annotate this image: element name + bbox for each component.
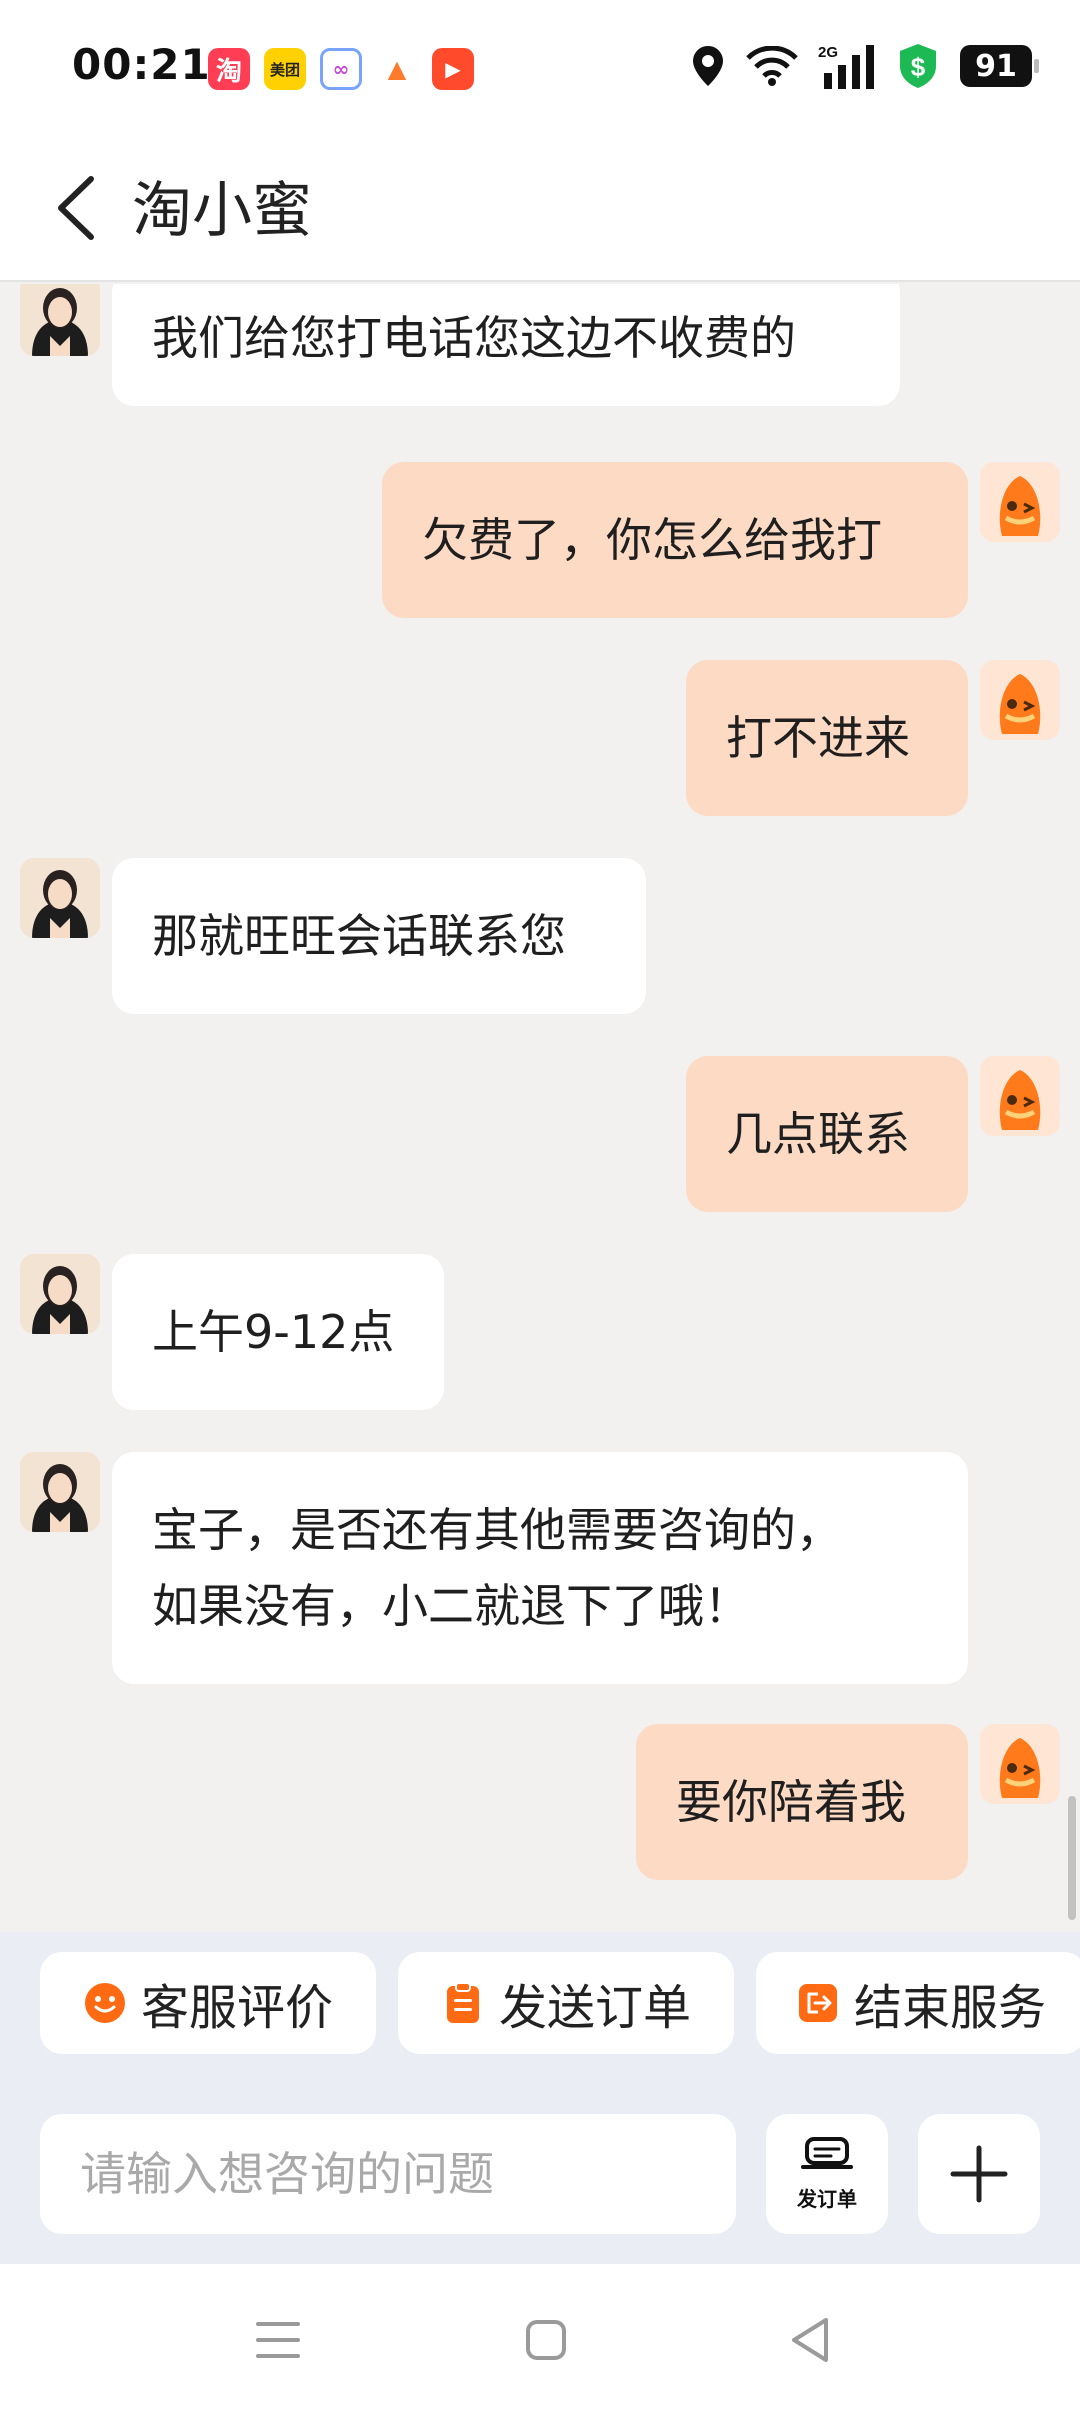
network-type-label: 2G xyxy=(818,44,838,61)
exit-icon xyxy=(798,1984,837,2022)
user-message-bubble[interactable]: 打不进来 xyxy=(686,660,968,816)
user-message-bubble[interactable]: 几点联系 xyxy=(686,1056,968,1212)
home-button[interactable] xyxy=(516,2310,576,2370)
send-order-label: 发送订单 xyxy=(498,1980,691,2036)
system-icons: 2G $ 91 xyxy=(690,42,1039,90)
user-message-bubble[interactable]: 要你陪着我 xyxy=(636,1724,968,1880)
rate-service-button[interactable]: 客服评价 xyxy=(40,1952,376,2054)
user-avatar[interactable] xyxy=(980,660,1060,740)
back-triangle-icon xyxy=(792,2318,828,2362)
message-line: 如果没有，小二就退下了哦！ xyxy=(152,1579,750,1633)
smiley-icon xyxy=(84,1983,125,2023)
rate-service-label: 客服评价 xyxy=(140,1980,333,2036)
agent-avatar[interactable] xyxy=(20,858,100,938)
scrollbar[interactable] xyxy=(1068,1796,1076,1920)
meituan-icon: 美团 xyxy=(264,48,306,90)
end-service-label: 结束服务 xyxy=(853,1980,1046,2036)
taobao-icon: 淘 xyxy=(208,48,250,90)
more-options-button[interactable] xyxy=(918,2114,1040,2234)
back-button[interactable] xyxy=(36,168,116,248)
user-avatar[interactable] xyxy=(980,1724,1060,1804)
agent-message-bubble[interactable]: 宝子，是否还有其他需要咨询的， 如果没有，小二就退下了哦！ xyxy=(112,1452,968,1684)
message-input[interactable]: 请输入想咨询的问题 xyxy=(40,2114,736,2234)
agent-avatar[interactable] xyxy=(20,284,100,356)
agent-avatar[interactable] xyxy=(20,1452,100,1532)
game-icon: ▲ xyxy=(376,48,418,90)
agent-message-bubble[interactable]: 我们给您打电话您这边不收费的 xyxy=(112,284,900,406)
end-service-button[interactable]: 结束服务 xyxy=(756,1952,1080,2054)
chat-header: 淘小蜜 xyxy=(0,132,1080,282)
user-avatar[interactable] xyxy=(980,462,1060,542)
order-button[interactable]: 发订单 xyxy=(766,2114,888,2234)
wifi-icon xyxy=(746,46,798,86)
agent-message-bubble[interactable]: 那就旺旺会话联系您 xyxy=(112,858,646,1014)
menu-icon xyxy=(256,2322,300,2358)
security-shield-icon: $ xyxy=(896,42,940,90)
cellular-signal-icon: 2G xyxy=(818,43,876,89)
page-title: 淘小蜜 xyxy=(132,176,312,246)
status-bar: 00:21 淘 美团 ∞ ▲ ▶ 2G $ 91 xyxy=(0,0,1080,132)
home-square-icon xyxy=(526,2320,566,2360)
agent-avatar[interactable] xyxy=(20,1254,100,1334)
plus-icon xyxy=(950,2145,1008,2203)
clipboard-icon xyxy=(446,1982,479,2023)
message-line: 宝子，是否还有其他需要咨询的， xyxy=(152,1503,842,1557)
notification-icons: 淘 美团 ∞ ▲ ▶ xyxy=(208,48,474,90)
battery-indicator: 91 xyxy=(960,45,1039,87)
svg-text:$: $ xyxy=(911,52,926,82)
agent-message-bubble[interactable]: 上午9-12点 xyxy=(112,1254,444,1410)
order-icon xyxy=(801,2136,853,2169)
link-app-icon: ∞ xyxy=(320,48,362,90)
send-order-button[interactable]: 发送订单 xyxy=(398,1952,734,2054)
user-avatar[interactable] xyxy=(980,1056,1060,1136)
status-time: 00:21 xyxy=(72,40,211,89)
user-message-bubble[interactable]: 欠费了，你怎么给我打 xyxy=(382,462,968,618)
system-back-button[interactable] xyxy=(780,2310,840,2370)
recent-apps-button[interactable] xyxy=(248,2310,308,2370)
chevron-left-icon xyxy=(58,176,94,240)
location-icon xyxy=(690,44,726,88)
chat-message-list[interactable]: 我们给您打电话您这边不收费的 欠费了，你怎么给我打 打不进来 那就旺旺会话联系您… xyxy=(0,284,1080,1932)
order-button-label: 发订单 xyxy=(797,2186,857,2211)
bottom-panel: 客服评价 发送订单 结束服务 请输入想咨询的问题 发订单 xyxy=(0,1932,1080,2264)
video-icon: ▶ xyxy=(432,48,474,90)
system-navigation-bar xyxy=(0,2264,1080,2412)
